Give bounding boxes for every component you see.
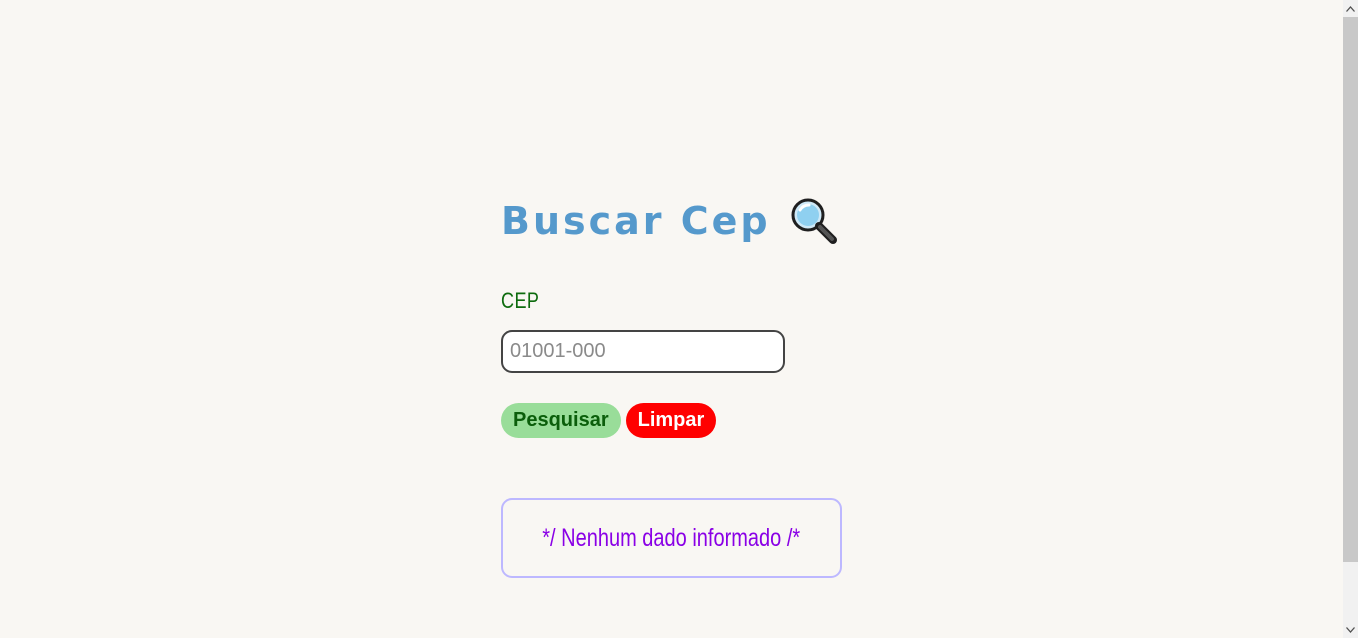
scroll-down-arrow-icon[interactable] bbox=[1343, 621, 1358, 638]
page: Buscar Cep CEP Pesquisar Limpar */ Nenhu… bbox=[0, 0, 1358, 638]
result-box: */ Nenhum dado informado /* bbox=[501, 498, 842, 578]
search-button[interactable]: Pesquisar bbox=[501, 403, 621, 438]
page-title: Buscar Cep bbox=[501, 199, 771, 243]
title-row: Buscar Cep bbox=[501, 196, 839, 246]
cep-input[interactable] bbox=[501, 330, 785, 373]
magnifying-glass-icon bbox=[789, 196, 839, 246]
cep-label: CEP bbox=[501, 288, 540, 313]
action-buttons: Pesquisar Limpar bbox=[501, 403, 717, 438]
scrollbar-thumb[interactable] bbox=[1343, 17, 1358, 562]
clear-button[interactable]: Limpar bbox=[625, 403, 717, 438]
scroll-up-arrow-icon[interactable] bbox=[1343, 0, 1358, 17]
result-message: */ Nenhum dado informado /* bbox=[542, 523, 801, 552]
vertical-scrollbar[interactable] bbox=[1343, 0, 1358, 638]
